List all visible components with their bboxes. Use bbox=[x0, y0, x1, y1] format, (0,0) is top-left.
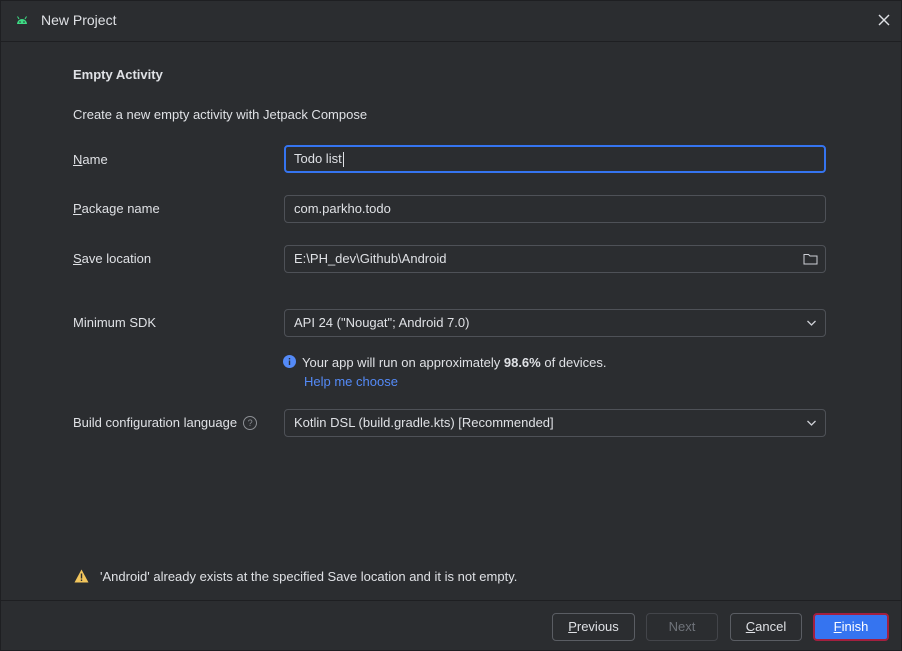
next-button[interactable]: Next bbox=[646, 613, 718, 641]
save-location-label: Save location bbox=[73, 251, 152, 266]
package-name-label: Package name bbox=[73, 201, 160, 216]
build-config-language-label: Build configuration language? bbox=[73, 415, 258, 430]
template-heading: Empty Activity bbox=[73, 67, 163, 82]
build-config-language-select[interactable]: Kotlin DSL (build.gradle.kts) [Recommend… bbox=[284, 409, 826, 437]
name-label: Name bbox=[73, 152, 108, 167]
help-me-choose-link[interactable]: Help me choose bbox=[304, 374, 398, 389]
dialog-title: New Project bbox=[41, 12, 117, 28]
package-name-field[interactable]: com.parkho.todo bbox=[284, 195, 826, 223]
title-bar: New Project bbox=[1, 1, 901, 42]
new-project-dialog: New Project Empty Activity Create a new … bbox=[0, 0, 902, 651]
name-field[interactable]: Todo list bbox=[284, 145, 826, 173]
info-icon bbox=[283, 355, 296, 368]
dialog-footer: Previous Next Cancel Finish bbox=[1, 600, 901, 651]
android-icon bbox=[17, 16, 27, 24]
close-icon[interactable] bbox=[875, 11, 893, 29]
cancel-button[interactable]: Cancel bbox=[730, 613, 802, 641]
warning-message: 'Android' already exists at the specifie… bbox=[100, 569, 518, 584]
chevron-down-icon bbox=[807, 420, 816, 426]
chevron-down-icon bbox=[807, 320, 816, 326]
help-icon[interactable]: ? bbox=[243, 416, 258, 430]
finish-button[interactable]: Finish bbox=[813, 613, 889, 641]
folder-icon[interactable] bbox=[803, 252, 818, 265]
template-description: Create a new empty activity with Jetpack… bbox=[73, 107, 368, 122]
minimum-sdk-select[interactable]: API 24 ("Nougat"; Android 7.0) bbox=[284, 309, 826, 337]
save-location-field[interactable]: E:\PH_dev\Github\Android bbox=[284, 245, 826, 273]
text-caret bbox=[342, 152, 344, 168]
previous-button[interactable]: Previous bbox=[552, 613, 635, 641]
minimum-sdk-label: Minimum SDK bbox=[73, 315, 157, 330]
warning-icon bbox=[74, 569, 89, 583]
sdk-coverage-text: Your app will run on approximately 98.6%… bbox=[302, 355, 607, 370]
